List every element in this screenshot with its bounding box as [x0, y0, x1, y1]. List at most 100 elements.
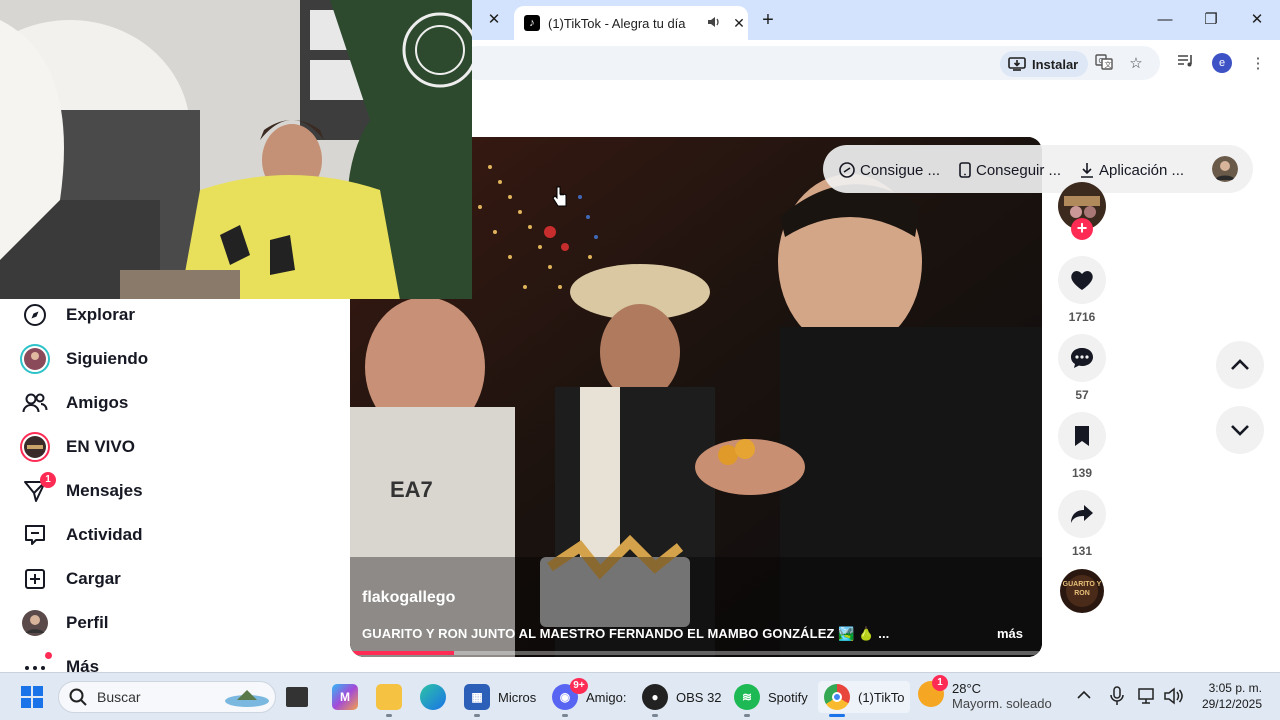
save-button[interactable]: 139: [1058, 412, 1106, 480]
sidebar-item-actividad[interactable]: Actividad: [20, 517, 143, 553]
search-highlight-image: [225, 690, 269, 707]
sidebar-item-perfil[interactable]: Perfil: [20, 605, 109, 641]
sidebar-item-en-vivo[interactable]: EN VIVO: [20, 429, 135, 465]
activity-icon: [20, 520, 50, 550]
comment-count: 57: [1075, 388, 1089, 402]
svg-text:EA7: EA7: [390, 477, 433, 502]
taskbar-app-discord[interactable]: ◉ 9+ Amigo:: [552, 678, 627, 717]
network-icon[interactable]: [1138, 687, 1158, 710]
share-count: 131: [1071, 544, 1093, 558]
get-app-button[interactable]: Conseguir ...: [959, 160, 1061, 180]
sidebar-item-cargar[interactable]: Cargar: [20, 561, 121, 597]
sidebar-item-label: Actividad: [66, 525, 143, 544]
author-avatar[interactable]: +: [1058, 182, 1106, 240]
m365-copilot-icon[interactable]: M: [332, 681, 358, 713]
video-progress-fill: [350, 651, 454, 655]
close-tab-icon[interactable]: ✕: [484, 10, 504, 30]
bookmark-star-icon[interactable]: ☆: [1125, 53, 1147, 75]
weather-badge: 1: [932, 675, 948, 691]
download-icon: [1081, 163, 1093, 178]
tiktok-favicon-icon: ♪: [524, 15, 540, 31]
phone-icon: [959, 162, 971, 178]
speaker-icon[interactable]: [706, 16, 722, 31]
sidebar-item-amigos[interactable]: Amigos: [20, 385, 128, 421]
weather-widget[interactable]: 1 28°C Mayorm. soleado: [918, 675, 1052, 713]
svg-text:文: 文: [1105, 60, 1112, 69]
desktop-app-button[interactable]: Aplicación ...: [1080, 160, 1184, 180]
weather-desc: Mayorm. soleado: [952, 696, 1052, 711]
messages-badge: 1: [40, 472, 56, 488]
taskbar-app-label: Amigo:: [586, 689, 627, 705]
tab-title: (1)TikTok - Alegra tu día: [548, 15, 686, 31]
video-caption: GUARITO Y RON JUNTO AL MAESTRO FERNANDO …: [362, 626, 890, 641]
upload-icon: [20, 564, 50, 594]
taskbar-app-label: (1)TikTo: [858, 689, 905, 705]
discord-badge: 9+: [570, 678, 588, 694]
sidebar-item-label: Mensajes: [66, 481, 143, 500]
next-video-button[interactable]: [1216, 406, 1264, 454]
install-label: Instalar: [1032, 56, 1079, 72]
taskbar-app-label: OBS 32: [676, 689, 722, 705]
microphone-icon[interactable]: [1110, 686, 1124, 711]
user-avatar[interactable]: [1212, 156, 1238, 182]
share-button[interactable]: 131: [1058, 490, 1106, 558]
task-view-icon[interactable]: [286, 681, 308, 713]
browser-menu-icon[interactable]: ⋮: [1247, 53, 1269, 75]
restore-window-button[interactable]: ❐: [1196, 8, 1226, 32]
sidebar-item-explorar[interactable]: Explorar: [20, 297, 135, 333]
share-arrow-icon: [1058, 490, 1106, 538]
taskbar-search-input[interactable]: Buscar: [58, 681, 276, 713]
music-disc[interactable]: GUARITO Y RON: [1058, 568, 1106, 619]
previous-video-button[interactable]: [1216, 341, 1264, 389]
browser-tab-tiktok[interactable]: ♪ (1)TikTok - Alegra tu día ✕: [514, 6, 748, 40]
taskbar-app-micros[interactable]: ▦ Micros: [464, 681, 537, 717]
weather-temp: 28°C: [952, 681, 982, 696]
comment-icon: [1058, 334, 1106, 382]
video-progress-bar[interactable]: [350, 651, 1042, 655]
taskbar-app-label: Spotify: [768, 689, 808, 705]
clock-date: 29/12/2025: [1201, 697, 1262, 711]
sidebar-item-siguiendo[interactable]: Siguiendo: [20, 341, 148, 377]
profile-avatar-icon: [20, 608, 50, 638]
caption-more-link[interactable]: más: [997, 626, 1023, 641]
follow-plus-button[interactable]: +: [1071, 218, 1093, 240]
taskbar-clock[interactable]: 3:05 p. m. 29/12/2025: [1196, 680, 1262, 712]
media-control-icon[interactable]: [1175, 53, 1197, 75]
translate-icon[interactable]: G文: [1093, 53, 1115, 75]
discord-icon: ◉ 9+: [552, 678, 588, 717]
taskbar-app-spotify[interactable]: ≋ Spotify: [734, 681, 808, 717]
profile-avatar[interactable]: e: [1212, 53, 1232, 73]
get-coins-button[interactable]: Consigue ...: [839, 160, 940, 180]
edge-icon[interactable]: [420, 681, 446, 713]
messages-icon: 1: [20, 472, 56, 506]
sidebar-item-label: Amigos: [66, 393, 129, 412]
close-window-button[interactable]: ✕: [1242, 8, 1272, 32]
obs-icon: ●: [642, 684, 668, 717]
taskbar-app-obs[interactable]: ● OBS 32: [642, 681, 722, 717]
sidebar-item-mensajes[interactable]: 1 Mensajes: [20, 472, 143, 509]
following-avatar-icon: [20, 344, 50, 374]
taskbar-app-chrome[interactable]: (1)TikTo: [818, 681, 911, 717]
save-count: 139: [1071, 466, 1093, 480]
windows-start-icon[interactable]: [20, 685, 44, 714]
sidebar-item-label: Siguiendo: [66, 349, 149, 368]
comment-button[interactable]: 57: [1058, 334, 1106, 402]
taskbar-app-label: Micros: [498, 689, 537, 705]
tray-overflow-chevron-icon[interactable]: [1077, 687, 1091, 703]
new-tab-button[interactable]: +: [756, 8, 780, 32]
video-author[interactable]: flakogallego: [362, 589, 455, 607]
like-button[interactable]: 1716: [1058, 256, 1106, 324]
install-app-button[interactable]: Instalar: [1000, 51, 1089, 77]
sidebar-item-label: Perfil: [66, 613, 109, 632]
spotify-icon: ≋: [734, 684, 760, 717]
minimize-window-button[interactable]: —: [1150, 8, 1180, 32]
chevron-up-icon: [1231, 359, 1249, 370]
hand-cursor-icon: [552, 186, 568, 213]
close-tab-icon[interactable]: ✕: [730, 15, 748, 32]
file-explorer-icon[interactable]: [376, 681, 402, 717]
search-icon: [69, 688, 87, 706]
volume-icon[interactable]: [1164, 687, 1184, 710]
webcam-overlay: [0, 0, 472, 299]
heart-icon: [1058, 256, 1106, 304]
sidebar-item-label: Explorar: [66, 305, 135, 324]
